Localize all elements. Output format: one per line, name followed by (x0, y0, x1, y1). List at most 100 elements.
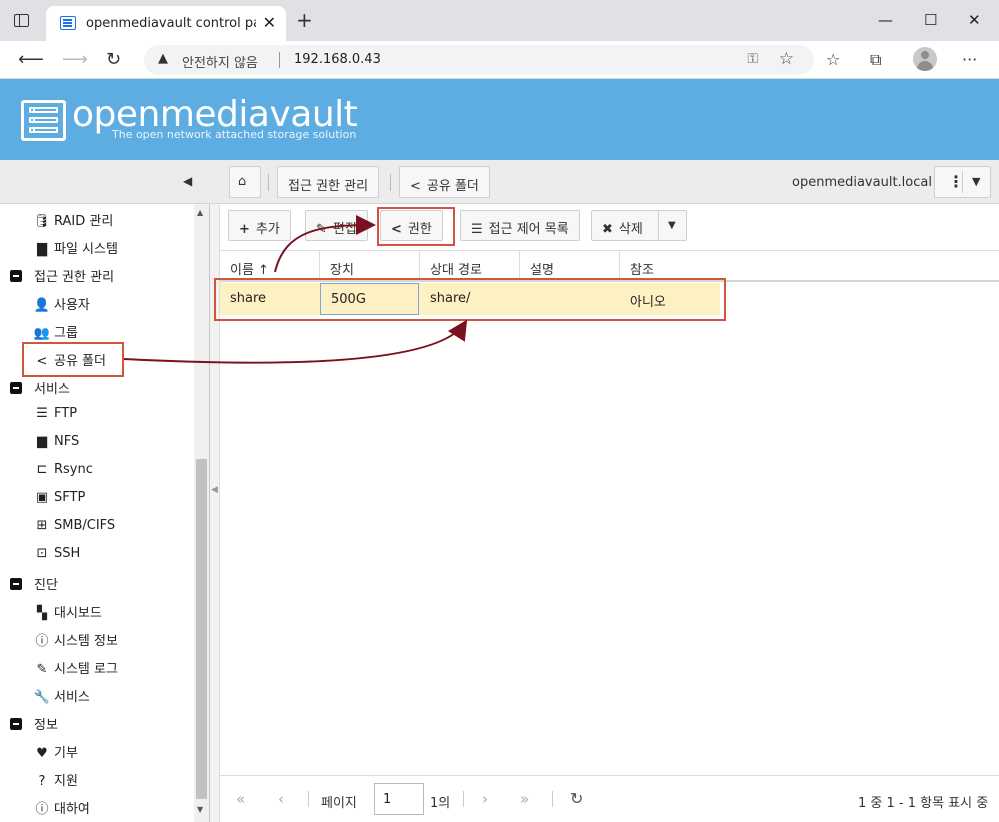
sidebar-item-ftp[interactable]: ☰ FTP (33, 406, 77, 426)
windows-icon: ⊞ (36, 518, 48, 533)
maximize-icon[interactable]: ☐ (924, 11, 937, 29)
table-row[interactable]: share 500G share/ 아니오 (220, 283, 720, 315)
warning-icon: ▲ (158, 51, 168, 66)
last-page-icon[interactable]: » (520, 790, 529, 808)
omv-favicon-icon (60, 16, 76, 30)
browser-tab[interactable]: openmediavault control panel - c ✕ (46, 6, 286, 41)
sidebar-item-smb[interactable]: ⊞ SMB/CIFS (33, 518, 116, 538)
add-button[interactable]: + 추가 (228, 210, 291, 241)
caret-down-icon[interactable]: ▼ (972, 175, 980, 188)
plus-icon: + (239, 222, 250, 237)
sidebar-item-diag-services[interactable]: 🔧 서비스 (33, 686, 90, 706)
address-bar: ⟵ ⟶ ↻ ▲ 안전하지 않음 192.168.0.43 ⚿ ☆ ☆ ⧉ ··· (0, 41, 999, 79)
browser-tab-bar: openmediavault control panel - c ✕ + — ☐… (0, 0, 999, 41)
more-icon[interactable]: ··· (962, 50, 977, 69)
sidebar-splitter[interactable]: ◀ (210, 204, 220, 822)
collapse-minus-icon[interactable] (10, 578, 22, 590)
sidebar-item-groups[interactable]: 👥 그룹 (33, 322, 78, 342)
edit-icon: ✎ (36, 662, 48, 677)
home-button[interactable]: ⌂ (229, 166, 261, 198)
system-menu-button[interactable]: ⋮ ▼ (934, 166, 991, 198)
sidebar-group-diagnostics[interactable]: 진단 (10, 574, 58, 594)
sidebar-item-rsync[interactable]: ⊏ Rsync (33, 462, 93, 482)
collections-icon[interactable]: ⧉ (870, 50, 881, 70)
sidebar-item-filesystems[interactable]: ▇ 파일 시스템 (33, 238, 118, 258)
forward-icon[interactable]: ⟶ (62, 49, 88, 70)
sidebar-scrollbar[interactable]: ▲ ▼ (194, 204, 209, 822)
cell-relative-path[interactable]: share/ (420, 283, 520, 315)
home-icon: ⌂ (238, 174, 247, 189)
sidebar-group-services[interactable]: 서비스 (10, 378, 70, 398)
info-icon: ⓘ (35, 802, 49, 817)
scroll-thumb[interactable] (196, 459, 207, 799)
cell-referenced[interactable]: 아니오 (620, 283, 720, 315)
column-description[interactable]: 설명 (520, 251, 620, 281)
prev-page-icon[interactable]: ‹ (278, 790, 284, 808)
main-panel: + 추가 ✎ 편집 < 권한 ☰ 접근 제어 목록 ✖ 삭제 ▼ 이름 ↑ 장치 상대 경… (220, 204, 999, 822)
page-input[interactable]: 1 (374, 783, 424, 815)
sidebar-item-ssh[interactable]: ⊡ SSH (33, 546, 81, 566)
new-tab-icon[interactable]: + (296, 10, 313, 30)
sidebar-item-support[interactable]: ? 지원 (33, 770, 78, 790)
delete-button[interactable]: ✖ 삭제 (602, 218, 643, 237)
caret-down-icon[interactable]: ▼ (668, 220, 676, 231)
edit-button[interactable]: ✎ 편집 (305, 210, 368, 241)
acl-button[interactable]: ☰ 접근 제어 목록 (460, 210, 580, 241)
key-icon[interactable]: ⚿ (747, 51, 758, 67)
grid-header: 이름 ↑ 장치 상대 경로 설명 참조 (220, 250, 999, 282)
collapse-minus-icon[interactable] (10, 270, 22, 282)
sidebar-item-sftp[interactable]: ▣ SFTP (33, 490, 85, 510)
scroll-up-icon[interactable]: ▲ (197, 208, 203, 217)
first-page-icon[interactable]: « (236, 790, 245, 808)
refresh-icon[interactable]: ↻ (570, 789, 583, 808)
brand-tagline: The open network attached storage soluti… (112, 128, 357, 141)
terminal-icon: ▣ (35, 490, 49, 505)
delete-split-button[interactable]: ✖ 삭제 ▼ (591, 210, 687, 241)
cell-device[interactable]: 500G (320, 283, 419, 315)
sidebar-group-access-rights[interactable]: 접근 권한 관리 (10, 266, 114, 286)
window-close-icon[interactable]: ✕ (968, 11, 981, 29)
collapse-sidebar-icon[interactable]: ◀ (183, 174, 192, 188)
database-icon: 🛢 (33, 214, 51, 229)
next-page-icon[interactable]: › (482, 790, 488, 808)
sidebar-item-donate[interactable]: ♥ 기부 (33, 742, 78, 762)
sidebar-group-info[interactable]: 정보 (10, 714, 58, 734)
column-device[interactable]: 장치 (320, 251, 420, 281)
back-icon[interactable]: ⟵ (18, 49, 44, 70)
favorites-icon[interactable]: ☆ (826, 50, 840, 69)
minimize-icon[interactable]: — (878, 11, 893, 29)
sidebar-item-about[interactable]: ⓘ 대하여 (33, 798, 89, 818)
cell-description[interactable] (520, 283, 620, 315)
sidebar-item-system-logs[interactable]: ✎ 시스템 로그 (33, 658, 118, 678)
column-name[interactable]: 이름 ↑ (220, 251, 320, 281)
wrench-icon: 🔧 (33, 690, 51, 705)
add-favorite-icon[interactable]: ☆ (779, 49, 794, 69)
page-label: 페이지 (321, 796, 357, 811)
sidebar-item-dashboard[interactable]: ▚ 대시보드 (33, 602, 102, 622)
scroll-down-icon[interactable]: ▼ (197, 805, 203, 814)
url-text[interactable]: 192.168.0.43 (294, 52, 381, 67)
profile-avatar[interactable] (913, 47, 937, 71)
tab-close-icon[interactable]: ✕ (263, 13, 276, 32)
sidebar-item-shared-folders[interactable]: < 공유 폴더 (33, 350, 106, 370)
collapse-minus-icon[interactable] (10, 718, 22, 730)
cell-name[interactable]: share (220, 283, 320, 315)
user-icon: 👤 (33, 298, 51, 313)
breadcrumb-bar: ◀ ⌂ 접근 권한 관리 < 공유 폴더 openmediavault.local… (0, 160, 999, 204)
reload-icon[interactable]: ↻ (106, 49, 121, 70)
share-icon: < (391, 222, 402, 237)
x-icon: ✖ (602, 222, 613, 237)
tab-actions-icon[interactable] (14, 14, 29, 27)
column-referenced[interactable]: 참조 (620, 251, 999, 281)
sidebar-item-raid[interactable]: 🛢 RAID 관리 (33, 210, 114, 230)
breadcrumb-shared-folders[interactable]: < 공유 폴더 (399, 166, 490, 198)
sidebar-item-nfs[interactable]: ▆ NFS (33, 434, 79, 454)
sidebar-item-system-info[interactable]: ⓘ 시스템 정보 (33, 630, 117, 650)
privileges-button[interactable]: < 권한 (380, 210, 443, 241)
breadcrumb-access-rights[interactable]: 접근 권한 관리 (277, 166, 380, 198)
collapse-minus-icon[interactable] (10, 382, 22, 394)
heart-icon: ♥ (36, 746, 48, 761)
sidebar-item-users[interactable]: 👤 사용자 (33, 294, 90, 314)
url-box[interactable]: ▲ 안전하지 않음 192.168.0.43 ⚿ ☆ (144, 45, 814, 75)
column-relative-path[interactable]: 상대 경로 (420, 251, 520, 281)
